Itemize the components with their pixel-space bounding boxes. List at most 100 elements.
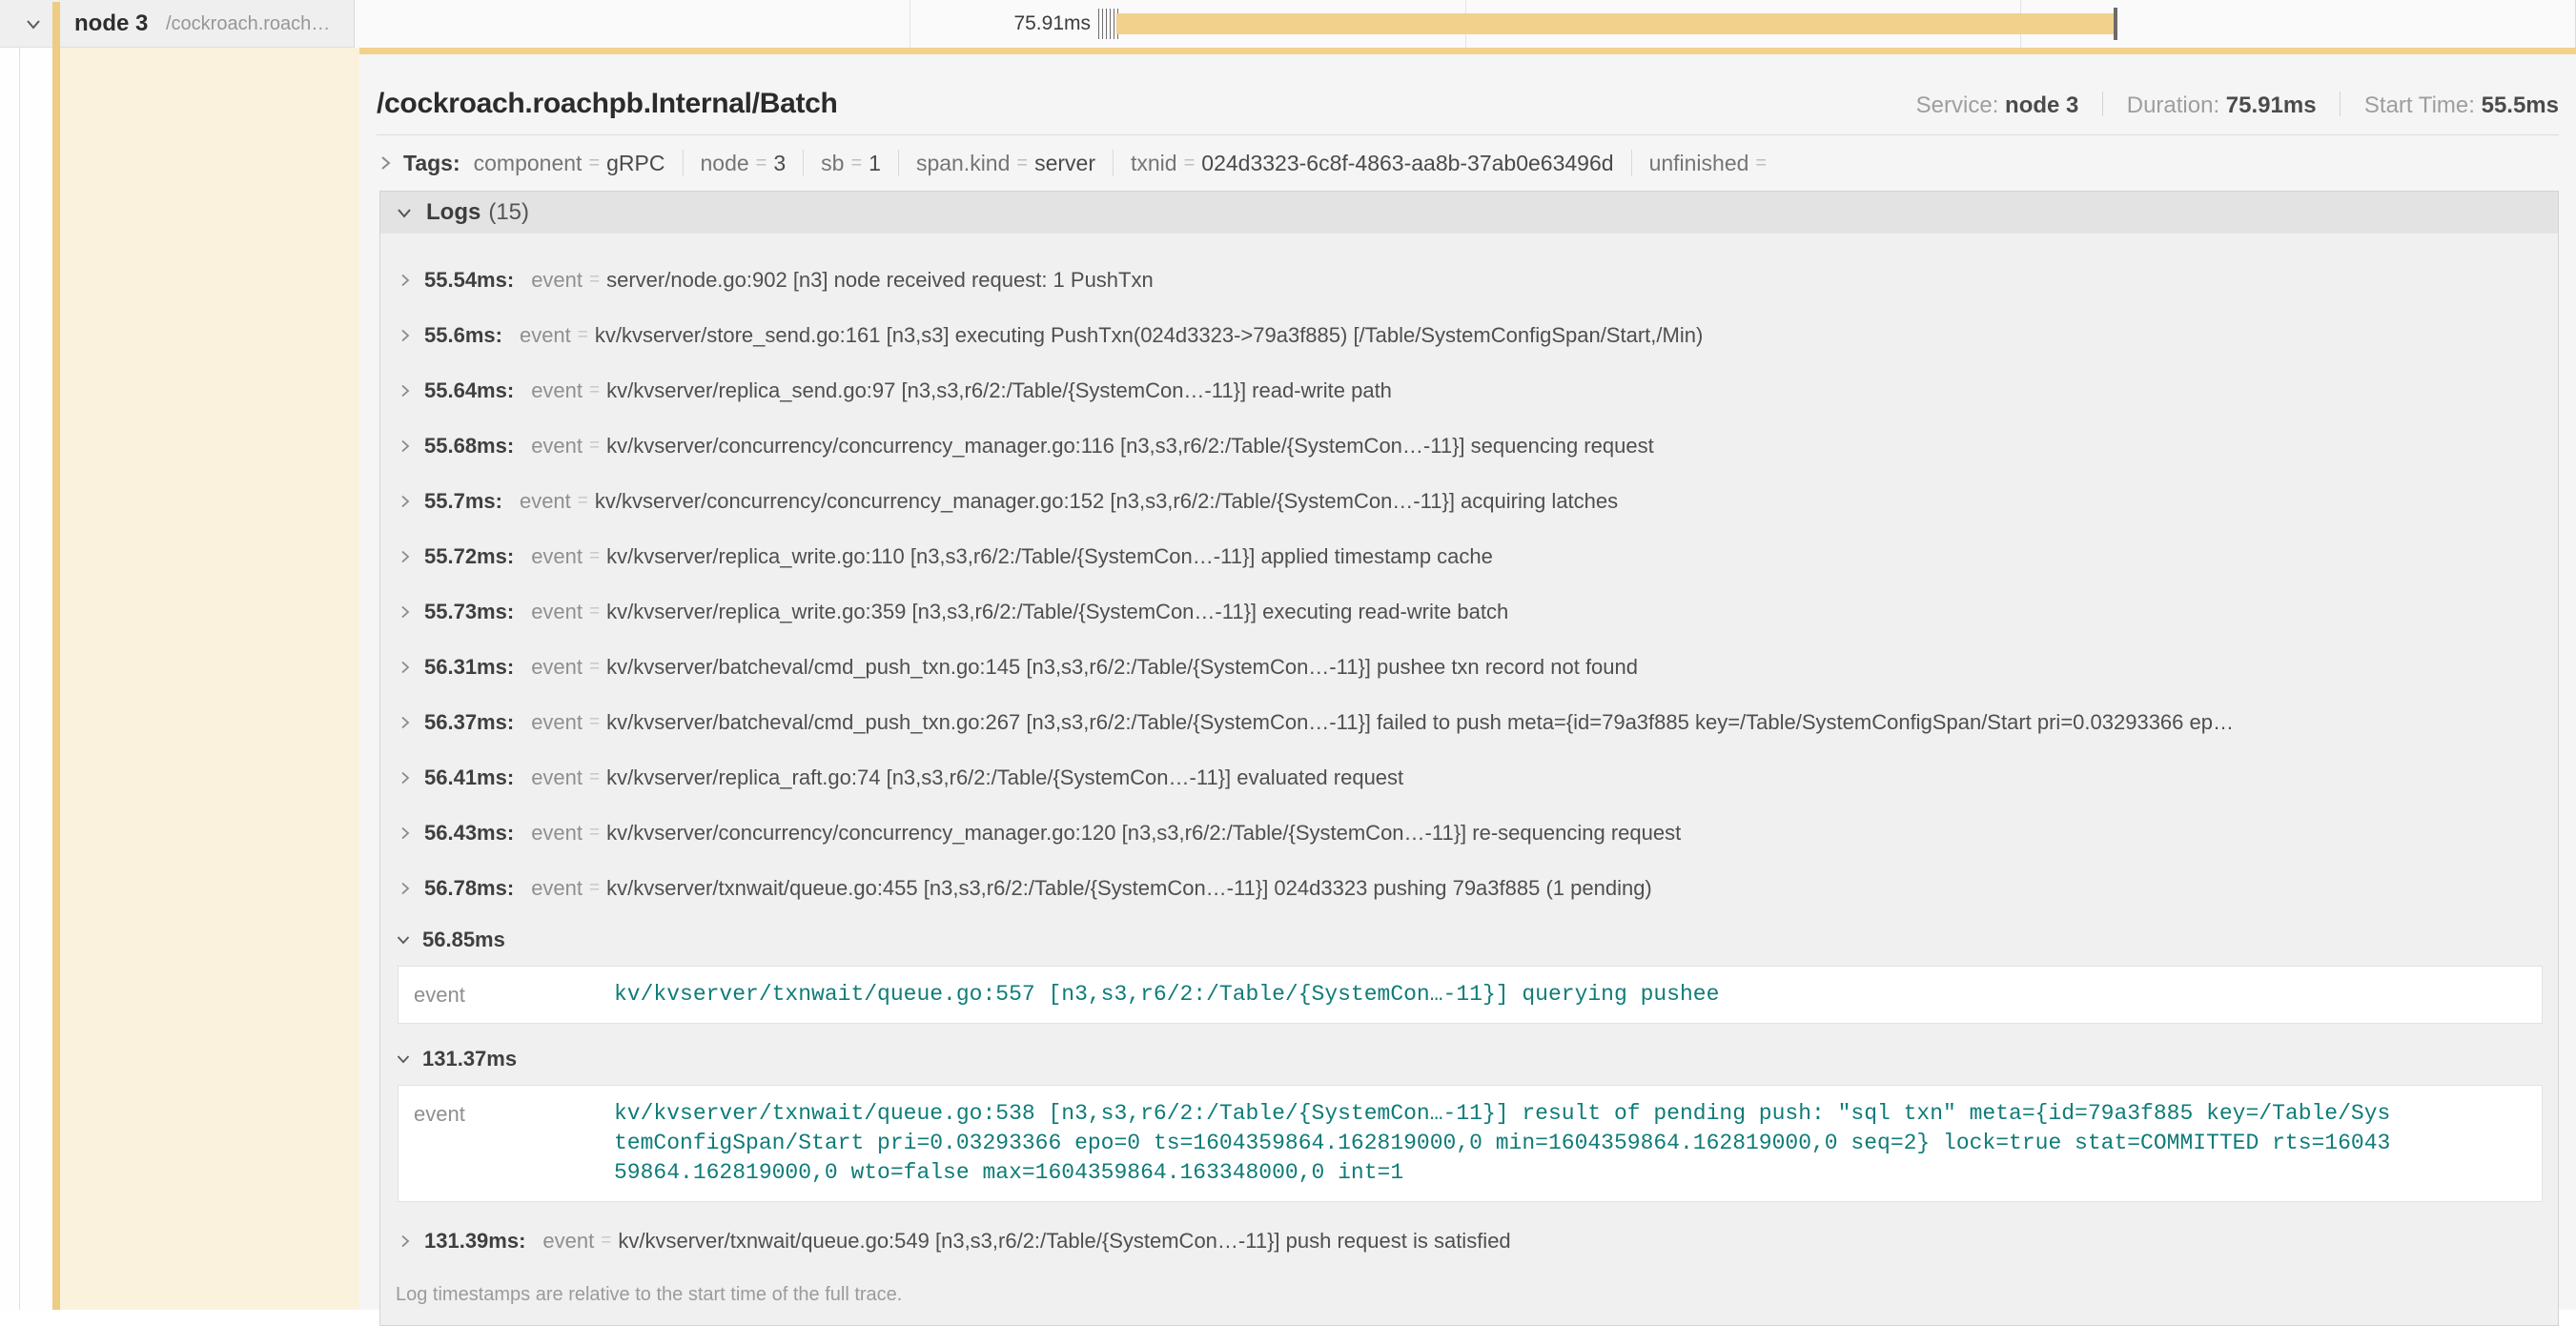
log-row[interactable]: 55.72ms: event = kv/kvserver/replica_wri… — [396, 529, 2543, 584]
log-row[interactable]: 55.54ms: event = server/node.go:902 [n3]… — [396, 253, 2543, 308]
log-row-expanded-header[interactable]: 131.37ms — [396, 1035, 2543, 1083]
meta-separator — [2102, 92, 2103, 116]
tag-equals: = — [850, 153, 862, 174]
log-row[interactable]: 56.41ms: event = kv/kvserver/replica_raf… — [396, 750, 2543, 806]
tag-equals: = — [1184, 153, 1196, 174]
log-row[interactable]: 131.39ms: event = kv/kvserver/txnwait/qu… — [396, 1214, 2543, 1269]
log-field-key: event — [531, 378, 583, 403]
span-meta: Service: node 3 Duration: 75.91ms Start … — [1916, 92, 2559, 119]
tag-value: 1 — [869, 151, 881, 176]
span-bar[interactable] — [1116, 13, 2114, 34]
log-equals: = — [578, 491, 588, 512]
chevron-right-icon[interactable] — [398, 273, 413, 288]
duration-value: 75.91ms — [2226, 92, 2317, 118]
log-message: kv/kvserver/txnwait/queue.go:549 [n3,s3,… — [618, 1229, 1510, 1254]
log-row[interactable]: 56.78ms: event = kv/kvserver/txnwait/que… — [396, 861, 2543, 916]
log-timestamp: 55.72ms: — [424, 544, 514, 569]
span-service-name: node 3 — [74, 0, 148, 48]
chevron-right-icon[interactable] — [398, 660, 413, 675]
log-field-value: kv/kvserver/txnwait/queue.go:557 [n3,s3,… — [614, 980, 2397, 1010]
tag-key: span.kind — [916, 151, 1010, 176]
log-timestamp: 56.85ms — [422, 928, 505, 952]
span-detail-header: /cockroach.roachpb.Internal/Batch Servic… — [377, 54, 2559, 125]
log-row-expanded-header[interactable]: 56.85ms — [396, 916, 2543, 964]
log-field-key: event — [531, 876, 583, 901]
log-message: kv/kvserver/txnwait/queue.go:455 [n3,s3,… — [606, 876, 1652, 901]
chevron-right-icon[interactable] — [398, 715, 413, 730]
log-equals: = — [601, 1231, 611, 1252]
service-value: node 3 — [2005, 92, 2078, 118]
tag-equals: = — [1755, 153, 1767, 174]
log-entry-expanded: 131.37ms event kv/kvserver/txnwait/queue… — [396, 1035, 2543, 1202]
tag-separator — [803, 150, 804, 176]
logs-section: Logs (15) 55.54ms: event = server/node.g… — [379, 191, 2559, 1326]
log-field-key: event — [531, 710, 583, 735]
log-timestamp: 56.41ms: — [424, 765, 514, 790]
span-row: node 3 /cockroach.roach… 75.91ms — [0, 0, 2576, 48]
log-timestamp: 55.64ms: — [424, 378, 514, 403]
span-ticks — [1098, 9, 1118, 39]
chevron-right-icon[interactable] — [398, 549, 413, 564]
tag-item: sb = 1 — [786, 150, 881, 176]
chevron-right-icon[interactable] — [398, 604, 413, 620]
log-equals: = — [589, 878, 600, 899]
logs-count: (15) — [488, 199, 529, 226]
log-row[interactable]: 56.31ms: event = kv/kvserver/batcheval/c… — [396, 640, 2543, 695]
start-time-label: Start Time: — [2364, 92, 2475, 118]
log-equals: = — [589, 270, 600, 291]
log-equals: = — [589, 823, 600, 844]
chevron-down-icon[interactable] — [23, 13, 44, 34]
tags-label: Tags: — [403, 151, 460, 176]
log-timestamp: 55.6ms: — [424, 323, 502, 348]
tag-value: server — [1034, 151, 1095, 176]
log-row[interactable]: 55.73ms: event = kv/kvserver/replica_wri… — [396, 584, 2543, 640]
tag-list: component = gRPC node = 3 sb = 1 span.ki… — [474, 150, 1773, 176]
tag-item: span.kind = server — [881, 150, 1095, 176]
log-row[interactable]: 56.37ms: event = kv/kvserver/batcheval/c… — [396, 695, 2543, 750]
logs-section-toggle[interactable]: Logs (15) — [380, 192, 2558, 234]
log-detail-card: event kv/kvserver/txnwait/queue.go:557 [… — [398, 966, 2543, 1024]
log-row[interactable]: 55.7ms: event = kv/kvserver/concurrency/… — [396, 474, 2543, 529]
log-timestamp: 131.37ms — [422, 1047, 517, 1071]
tag-key: txnid — [1131, 151, 1177, 176]
log-equals: = — [589, 546, 600, 567]
chevron-right-icon[interactable] — [398, 494, 413, 509]
selected-span-name-column-highlight — [60, 48, 359, 1310]
chevron-right-icon[interactable] — [398, 770, 413, 785]
log-message: kv/kvserver/replica_send.go:97 [n3,s3,r6… — [606, 378, 1392, 403]
span-timeline: 75.91ms — [355, 0, 2576, 48]
chevron-down-icon[interactable] — [396, 1051, 411, 1067]
chevron-right-icon[interactable] — [398, 383, 413, 398]
log-equals: = — [589, 436, 600, 457]
meta-separator — [2340, 92, 2341, 116]
log-field-key: event — [531, 434, 583, 459]
log-equals: = — [589, 712, 600, 733]
tag-item: node = 3 — [665, 150, 787, 176]
chevron-right-icon[interactable] — [398, 439, 413, 454]
span-duration-label: 75.91ms — [355, 0, 1091, 48]
span-tree-indent-rule — [19, 48, 20, 1310]
log-message: kv/kvserver/store_send.go:161 [n3,s3] ex… — [595, 323, 1703, 348]
log-row[interactable]: 55.64ms: event = kv/kvserver/replica_sen… — [396, 363, 2543, 418]
log-row[interactable]: 56.43ms: event = kv/kvserver/concurrency… — [396, 806, 2543, 861]
log-row[interactable]: 55.6ms: event = kv/kvserver/store_send.g… — [396, 308, 2543, 363]
log-message: kv/kvserver/batcheval/cmd_push_txn.go:26… — [606, 710, 2234, 735]
tag-equals: = — [756, 153, 767, 174]
log-field-key: event — [531, 544, 583, 569]
service-label: Service: — [1916, 92, 1999, 118]
tag-key: component — [474, 151, 583, 176]
chevron-down-icon[interactable] — [396, 932, 411, 948]
log-row[interactable]: 55.68ms: event = kv/kvserver/concurrency… — [396, 418, 2543, 474]
log-timestamp: 55.68ms: — [424, 434, 514, 459]
chevron-right-icon[interactable] — [398, 826, 413, 841]
chevron-right-icon[interactable] — [398, 1234, 413, 1249]
tags-section-toggle[interactable]: Tags: component = gRPC node = 3 sb = 1 s… — [377, 135, 2559, 191]
chevron-right-icon[interactable] — [398, 881, 413, 896]
span-detail-panel: /cockroach.roachpb.Internal/Batch Servic… — [359, 54, 2576, 1310]
chevron-down-icon[interactable] — [396, 204, 413, 221]
chevron-right-icon[interactable] — [398, 328, 413, 343]
log-equals: = — [589, 657, 600, 678]
log-message: kv/kvserver/batcheval/cmd_push_txn.go:14… — [606, 655, 1638, 680]
tag-separator — [683, 150, 684, 176]
chevron-right-icon[interactable] — [377, 154, 394, 172]
